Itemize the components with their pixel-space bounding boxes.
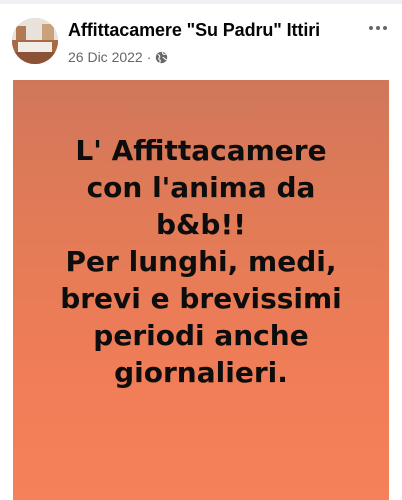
post-meta: 26 Dic 2022 · — [68, 48, 168, 66]
more-dot — [376, 26, 380, 30]
post-text-line: b&b!! — [155, 208, 247, 241]
avatar-image — [12, 18, 58, 64]
more-dot — [383, 26, 387, 30]
post-header: Affittacamere "Su Padru" Ittiri 26 Dic 2… — [0, 4, 402, 80]
post-text-line: giornalieri. — [114, 356, 288, 389]
more-dot — [369, 26, 373, 30]
post-date[interactable]: 26 Dic 2022 — [68, 49, 143, 65]
post-text-line: periodi anche — [93, 319, 309, 352]
post-text-line: brevi e brevissimi — [60, 282, 342, 315]
post-text-card: L' Affittacamere con l'anima da b&b!! Pe… — [13, 80, 389, 500]
globe-icon[interactable] — [155, 51, 168, 64]
meta-separator: · — [146, 49, 152, 65]
page-name[interactable]: Affittacamere "Su Padru" Ittiri — [68, 20, 320, 41]
post-text: L' Affittacamere con l'anima da b&b!! Pe… — [13, 132, 389, 391]
post-text-line: L' Affittacamere — [75, 134, 327, 167]
page-avatar[interactable] — [12, 18, 58, 64]
more-options-icon[interactable] — [364, 18, 392, 38]
post-text-line: Per lunghi, medi, — [65, 245, 337, 278]
post-text-line: con l'anima da — [86, 171, 316, 204]
